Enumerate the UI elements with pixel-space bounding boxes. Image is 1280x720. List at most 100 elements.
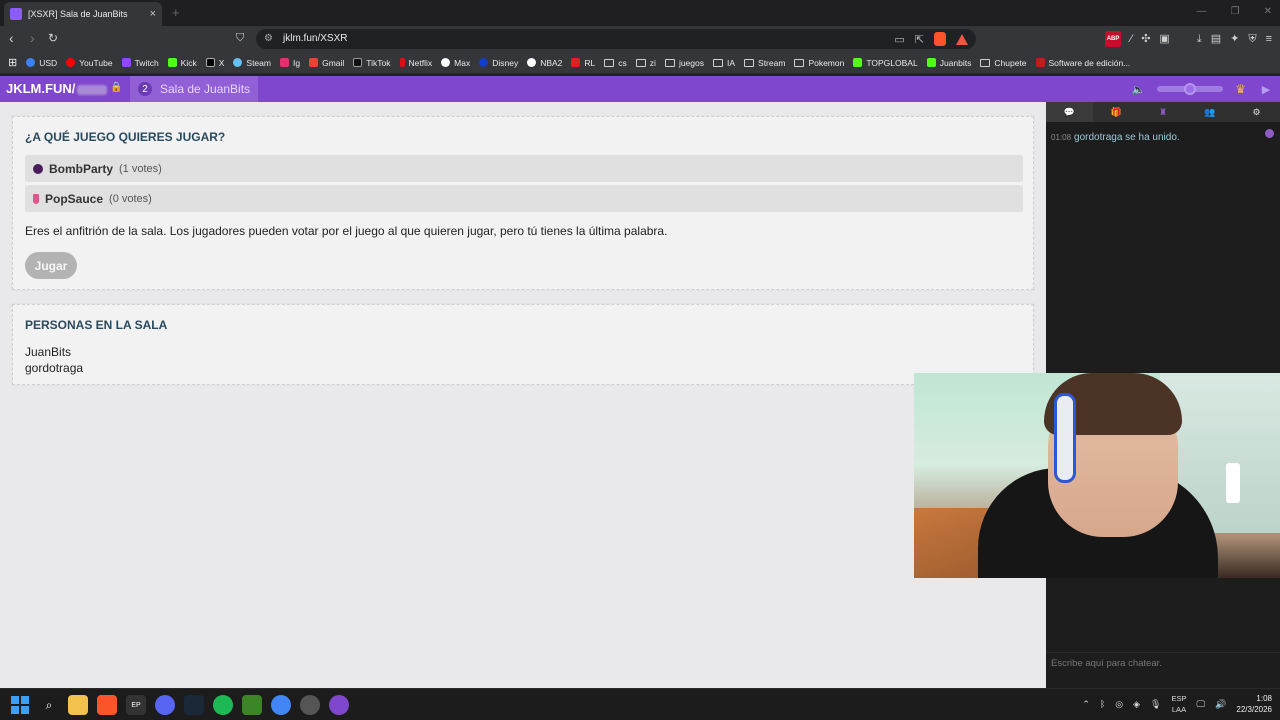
download-icon[interactable]: ⤓ <box>1197 32 1202 46</box>
obs-icon[interactable] <box>300 695 320 715</box>
site-logo[interactable]: JKLM.FUN/ <box>6 81 108 96</box>
sidebar-icon[interactable]: ▣ <box>1159 32 1169 46</box>
clock[interactable]: 1:08 22/3/2026 <box>1236 693 1272 715</box>
bookmark-nba2[interactable]: NBA2 <box>527 58 562 68</box>
discord-icon[interactable] <box>155 695 175 715</box>
tiktok-icon <box>353 58 363 67</box>
crown-icon[interactable]: ♛ <box>1235 82 1246 96</box>
address-bar[interactable]: ⚙ jklm.fun/XSXR ▭ ⇱ <box>256 29 976 49</box>
bookmark-folder-juegos[interactable]: juegos <box>664 58 704 68</box>
minimize-button[interactable]: — <box>1197 6 1207 17</box>
search-icon[interactable]: ⌕ <box>39 695 59 715</box>
usd-icon <box>26 58 36 67</box>
chrome-icon[interactable] <box>271 695 291 715</box>
netflix-icon <box>399 58 405 67</box>
epic-games-icon[interactable]: EP <box>126 695 146 715</box>
tab-ranking[interactable]: ♜ <box>1140 102 1187 122</box>
bookmark-x[interactable]: X <box>205 58 224 68</box>
bookmark-ig[interactable]: Ig <box>279 58 300 68</box>
wallet-icon[interactable]: ▤ <box>1211 32 1221 46</box>
tab-chat[interactable]: 💬 <box>1046 102 1093 122</box>
forward-icon[interactable]: › <box>30 31 35 45</box>
room-code-blurred <box>77 84 108 95</box>
network-icon[interactable]: 🖵 <box>1197 699 1206 710</box>
bluetooth-icon[interactable]: ᛒ <box>1100 699 1105 709</box>
minecraft-icon[interactable] <box>242 695 262 715</box>
gmail-icon <box>309 58 319 67</box>
bookmark-netflix[interactable]: Netflix <box>399 58 432 68</box>
address-bar-actions: ▭ ⇱ <box>894 32 968 46</box>
player-name: gordotraga <box>25 361 84 375</box>
app-tray-icon[interactable]: ◎ <box>1115 699 1123 710</box>
bookmark-software[interactable]: Software de edición... <box>1035 58 1130 68</box>
tab-settings[interactable]: ⚙ <box>1233 102 1280 122</box>
disney-icon <box>479 58 489 67</box>
bookmark-folder-ia[interactable]: IA <box>713 58 735 68</box>
bookmark-folder-chupete[interactable]: Chupete <box>980 58 1027 68</box>
adblock-icon[interactable]: ABP <box>1104 31 1122 47</box>
brave-shields-icon[interactable] <box>934 32 946 46</box>
file-explorer-icon[interactable] <box>68 695 88 715</box>
site-header: JKLM.FUN/ 🔒 2 Sala de JuanBits 🔈 ♛ ▶ <box>0 76 1280 102</box>
volume-slider-knob[interactable] <box>1184 83 1197 95</box>
browser-tab[interactable]: [XSXR] Sala de JuanBits × <box>4 2 162 26</box>
play-button[interactable]: Jugar <box>25 252 77 279</box>
bookmark-icon[interactable]: ⛉ <box>236 31 244 45</box>
leo-ai-icon[interactable]: ✦ <box>1230 32 1239 46</box>
close-tab-icon[interactable]: × <box>150 8 156 20</box>
bookmark-kick[interactable]: Kick <box>167 58 197 68</box>
back-icon[interactable]: ‹ <box>9 31 14 45</box>
bookmark-usd[interactable]: USD <box>26 58 57 68</box>
apps-grid-icon[interactable]: ⊞ <box>8 56 17 69</box>
windows-start-icon[interactable] <box>10 695 30 715</box>
new-tab-button[interactable]: + <box>172 5 180 20</box>
tab-gifts[interactable]: 🎁 <box>1093 102 1140 122</box>
bookmark-youtube[interactable]: YouTube <box>66 58 113 68</box>
maximize-button[interactable]: ❐ <box>1231 6 1240 17</box>
tray-app-icon[interactable]: ◈ <box>1133 699 1140 710</box>
volume-icon[interactable]: 🔊 <box>1215 699 1226 710</box>
menu-icon[interactable]: ≡ <box>1266 32 1272 46</box>
sauce-bottle-icon <box>33 193 39 204</box>
cast-icon[interactable]: ▭ <box>894 33 904 46</box>
bookmark-topglobal[interactable]: TOPGLOBAL <box>853 58 918 68</box>
vote-option-popsauce[interactable]: PopSauce (0 votes) <box>25 185 1023 212</box>
twitch-app-icon[interactable] <box>329 695 349 715</box>
folder-icon <box>794 58 805 67</box>
chat-input[interactable] <box>1046 653 1280 674</box>
bookmark-folder-zi[interactable]: zi <box>635 58 656 68</box>
bookmark-folder-stream[interactable]: Stream <box>744 58 785 68</box>
share-icon[interactable]: ⇱ <box>915 33 924 46</box>
extensions-icon[interactable]: ✣ <box>1141 32 1150 46</box>
show-hidden-icons[interactable]: ⌃ <box>1082 699 1090 710</box>
vote-option-bombparty[interactable]: BombParty (1 votes) <box>25 155 1023 182</box>
youtube-icon <box>66 58 76 67</box>
bookmark-folder-pokemon[interactable]: Pokemon <box>794 58 844 68</box>
vpn-icon[interactable]: ⛨ <box>1248 32 1256 46</box>
spotify-icon[interactable] <box>213 695 233 715</box>
volume-icon[interactable]: 🔈 <box>1132 83 1146 96</box>
bookmark-max[interactable]: Max <box>441 58 470 68</box>
bookmark-folder-cs[interactable]: cs <box>604 58 627 68</box>
bookmark-steam[interactable]: Steam <box>233 58 271 68</box>
tab-people[interactable]: 👥 <box>1186 102 1233 122</box>
steam-icon[interactable] <box>184 695 204 715</box>
url-text[interactable]: jklm.fun/XSXR <box>283 33 347 44</box>
volume-slider[interactable] <box>1157 83 1224 95</box>
brave-browser-icon[interactable] <box>97 695 117 715</box>
bookmark-disney[interactable]: Disney <box>479 58 518 68</box>
collapse-sidebar-icon[interactable]: ▶ <box>1258 83 1274 96</box>
close-window-button[interactable]: ✕ <box>1264 6 1272 17</box>
reload-icon[interactable]: ↻ <box>48 31 58 45</box>
bookmark-juanbits[interactable]: Juanbits <box>926 58 971 68</box>
nba2-icon <box>527 58 537 67</box>
language-indicator[interactable]: ESP LAA <box>1171 693 1186 715</box>
bookmark-rl[interactable]: RL <box>571 58 595 68</box>
site-settings-icon[interactable]: ⚙ <box>264 33 273 44</box>
microphone-icon[interactable]: 🎙 <box>1150 699 1161 710</box>
bookmark-tiktok[interactable]: TikTok <box>353 58 391 68</box>
brave-rewards-icon[interactable] <box>956 33 968 45</box>
bookmark-gmail[interactable]: Gmail <box>309 58 344 68</box>
extension-slash-icon[interactable]: ∕ <box>1130 32 1132 46</box>
bookmark-twitch[interactable]: Twitch <box>121 58 159 68</box>
